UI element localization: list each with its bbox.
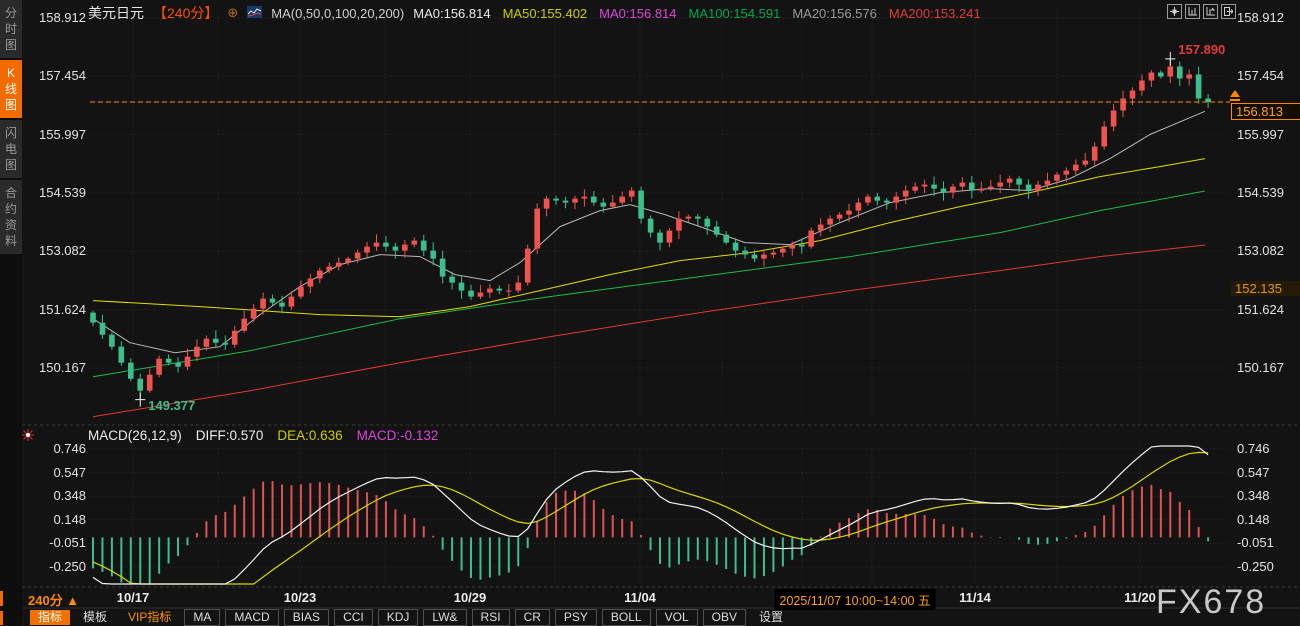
ma-value-label: MA20:156.576 xyxy=(792,6,877,21)
axis-tick-label: -0.051 xyxy=(1237,535,1297,551)
toolbar-item-设置[interactable]: 设置 xyxy=(751,610,791,625)
toolbar-item-KDJ[interactable]: KDJ xyxy=(378,609,419,626)
prev-settle-box: 152.135 xyxy=(1231,281,1300,296)
last-price-box: 156.813 xyxy=(1231,103,1300,120)
zoom-in-chart-icon[interactable] xyxy=(1185,4,1200,19)
ma-value-label: MA0:156.814 xyxy=(413,6,490,21)
macd-macd-value: MACD:-0.132 xyxy=(357,428,439,443)
date-axis-label: 10/23 xyxy=(284,590,317,605)
watermark: FX678 xyxy=(1156,583,1266,622)
sidebar-tab-合约资料[interactable]: 合约资料 xyxy=(0,180,22,254)
axis-tick-label: 157.454 xyxy=(1237,68,1297,84)
macd-dea-value: DEA:0.636 xyxy=(277,428,342,443)
axis-tick-label: 0.348 xyxy=(30,488,86,504)
axis-tick-label: 0.746 xyxy=(30,441,86,457)
axis-tick-label: 151.624 xyxy=(1237,302,1297,318)
sidebar-tab-闪电图[interactable]: 闪电图 xyxy=(0,120,22,178)
chart-application: 分时图K线图闪电图合约资料 美元日元 【240分】 ⊕ MA(0,50,0,10… xyxy=(0,0,1300,626)
left-sidebar: 分时图K线图闪电图合约资料 xyxy=(0,0,22,626)
date-axis-label: 11/04 xyxy=(624,590,656,605)
chart-canvas[interactable] xyxy=(0,0,1300,626)
axis-tick-label: 157.454 xyxy=(30,68,86,84)
toolbar-item-指标[interactable]: 指标 xyxy=(30,610,70,625)
axis-tick-label: 0.148 xyxy=(30,512,86,528)
axis-tick-label: 0.547 xyxy=(1237,465,1297,481)
row-accent xyxy=(0,611,3,625)
toolbar-item-PSY[interactable]: PSY xyxy=(555,609,597,626)
exit-chart-icon[interactable] xyxy=(1221,4,1236,19)
selected-candle-time: 2025/11/07 10:00~14:00 五 xyxy=(775,589,936,610)
axis-tick-label: 153.082 xyxy=(30,243,86,259)
ma-value-label: MA0:156.814 xyxy=(599,6,676,21)
axis-tick-label: 158.912 xyxy=(30,10,86,26)
date-axis-label: 11/14 xyxy=(959,590,991,605)
toolbar-item-RSI[interactable]: RSI xyxy=(472,609,510,626)
axis-tick-label: -0.250 xyxy=(30,559,86,575)
toolbar-item-MACD[interactable]: MACD xyxy=(225,609,278,626)
low-price-label: 149.377 xyxy=(148,398,195,413)
date-axis-label: 11/20 xyxy=(1124,590,1156,605)
chart-tool-icons xyxy=(1167,4,1236,19)
toolbar-item-VOL[interactable]: VOL xyxy=(656,609,698,626)
row-accent xyxy=(0,591,3,606)
axis-tick-label: 154.539 xyxy=(30,185,86,201)
date-axis-label: 10/29 xyxy=(454,590,487,605)
sidebar-tab-分时图[interactable]: 分时图 xyxy=(0,0,22,58)
ma-settings-label: MA(0,50,0,100,20,200) xyxy=(271,6,404,21)
toolbar-item-BOLL[interactable]: BOLL xyxy=(602,609,651,626)
symbol-name: 美元日元 xyxy=(88,3,144,23)
axis-tick-label: 0.348 xyxy=(1237,488,1297,504)
mini-chart-icon[interactable] xyxy=(247,6,262,21)
axis-tick-label: 151.624 xyxy=(30,302,86,318)
toolbar-item-VIP指标[interactable]: VIP指标 xyxy=(120,610,179,625)
toolbar-item-CCI[interactable]: CCI xyxy=(334,609,373,626)
axis-tick-label: 150.167 xyxy=(1237,360,1297,376)
toolbar-item-模板[interactable]: 模板 xyxy=(75,610,115,625)
macd-indicator-icon[interactable] xyxy=(22,428,34,446)
ma-value-label: MA200:153.241 xyxy=(889,6,981,21)
axis-tick-label: -0.051 xyxy=(30,535,86,551)
indicator-toolbar: 指标模板 VIP指标 MA MACD BIAS CCI KDJLW&RSI CR PSY BOLL… xyxy=(30,608,791,626)
toolbar-item-LW&[interactable]: LW& xyxy=(423,609,466,626)
plus-circle-icon[interactable]: ⊕ xyxy=(227,5,238,21)
macd-diff-value: DIFF:0.570 xyxy=(196,428,264,443)
sidebar-tab-K线图[interactable]: K线图 xyxy=(0,60,22,118)
ma-value-label: MA100:154.591 xyxy=(689,6,781,21)
axis-tick-label: 158.912 xyxy=(1237,10,1297,26)
axis-tick-label: -0.250 xyxy=(1237,559,1297,575)
axis-tick-label: 150.167 xyxy=(30,360,86,376)
axis-tick-label: 155.997 xyxy=(30,127,86,143)
axis-tick-label: 0.547 xyxy=(30,465,86,481)
ma-value-label: MA50:155.402 xyxy=(503,6,588,21)
toolbar-item-BIAS[interactable]: BIAS xyxy=(284,609,329,626)
axis-tick-label: 153.082 xyxy=(1237,243,1297,259)
time-axis: 240分 ▲ 10/17 10/23 10/29 11/04 11/14 11/20 20… xyxy=(0,589,1300,607)
axis-tick-label: 154.539 xyxy=(1237,185,1297,201)
zoom-out-chart-icon[interactable] xyxy=(1203,4,1218,19)
axis-tick-label: 0.746 xyxy=(1237,441,1297,457)
chart-legend: 美元日元 【240分】 ⊕ MA(0,50,0,100,20,200) MA0:… xyxy=(88,3,981,23)
axis-tick-label: 0.148 xyxy=(1237,512,1297,528)
macd-title: MACD(26,12,9) xyxy=(88,428,182,443)
macd-header: MACD(26,12,9) DIFF:0.570 DEA:0.636 MACD:… xyxy=(88,428,438,443)
move-icon[interactable] xyxy=(1167,4,1182,19)
ma-values: MA0:156.814 MA50:155.402 MA0:156.814 MA100:… xyxy=(413,6,980,21)
period-selector[interactable]: 240分 ▲ xyxy=(28,590,79,609)
period-label[interactable]: 【240分】 xyxy=(153,3,218,23)
toolbar-item-MA[interactable]: MA xyxy=(184,609,220,626)
toolbar-item-OBV[interactable]: OBV xyxy=(703,609,746,626)
date-axis-label: 10/17 xyxy=(117,590,150,605)
toolbar-item-CR[interactable]: CR xyxy=(515,609,550,626)
high-price-label: 157.890 xyxy=(1178,42,1225,57)
axis-tick-label: 155.997 xyxy=(1237,127,1297,143)
